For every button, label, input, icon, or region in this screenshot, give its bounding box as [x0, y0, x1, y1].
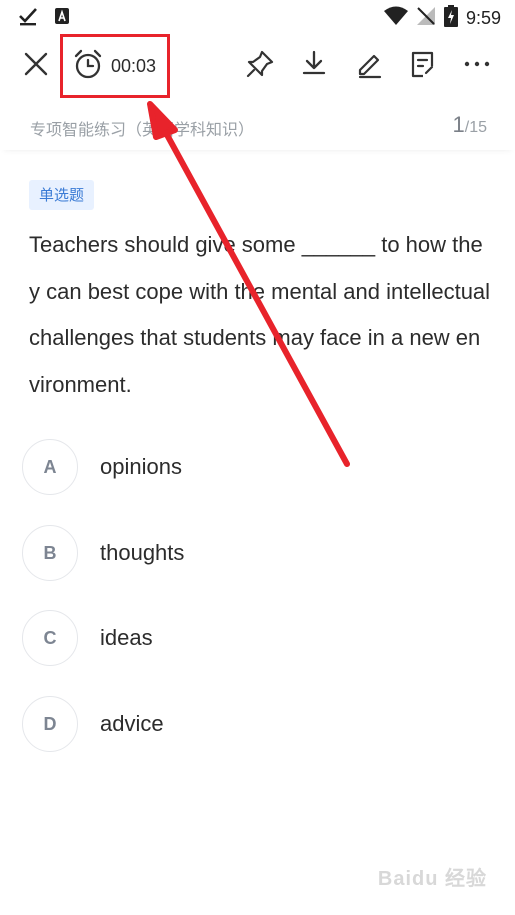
option-text: ideas	[100, 625, 153, 650]
more-icon[interactable]	[461, 48, 493, 80]
no-signal-icon	[416, 6, 436, 30]
option-text: opinions	[100, 454, 182, 479]
option-letter: C	[22, 610, 78, 666]
option-text: thoughts	[100, 540, 185, 565]
option-text: advice	[100, 711, 164, 736]
app-notification-icon	[54, 7, 70, 29]
answer-sheet-icon[interactable]	[407, 48, 439, 80]
question-type-badge: 单选题	[29, 180, 95, 210]
timer-text: 00:03	[111, 55, 157, 76]
edit-icon[interactable]	[353, 48, 385, 80]
total-question-count: 15	[469, 119, 487, 136]
baidu-watermark: Baidu 经验	[377, 868, 487, 890]
subheader: 专项智能练习（英语学科知识） 1/15	[0, 98, 515, 150]
checkmark-download-icon	[18, 6, 38, 30]
status-bar: 9:59	[0, 0, 515, 34]
status-right: 9:59	[383, 5, 501, 31]
status-left	[18, 6, 70, 30]
practice-title: 专项智能练习（英语学科知识）	[30, 120, 255, 139]
option-b[interactable]: B thoughts	[22, 523, 492, 583]
timer[interactable]: 00:03	[60, 34, 170, 98]
download-icon[interactable]	[298, 48, 330, 80]
option-letter: B	[22, 525, 78, 581]
option-c[interactable]: C ideas	[22, 608, 492, 668]
option-d[interactable]: D advice	[22, 694, 492, 754]
toolbar: 00:03	[0, 34, 515, 98]
wifi-icon	[383, 6, 408, 30]
close-icon[interactable]	[20, 48, 52, 80]
question-text: Teachers should give some ______ to how …	[29, 232, 491, 397]
alarm-clock-icon	[73, 49, 103, 83]
pin-icon[interactable]	[244, 48, 276, 80]
option-letter: A	[22, 439, 78, 495]
question-counter: 1/15	[453, 112, 488, 138]
option-a[interactable]: A opinions	[22, 437, 492, 497]
status-time: 9:59	[465, 7, 501, 28]
current-question-number: 1	[452, 112, 465, 137]
option-letter: D	[22, 696, 78, 752]
battery-charging-icon	[443, 5, 458, 31]
